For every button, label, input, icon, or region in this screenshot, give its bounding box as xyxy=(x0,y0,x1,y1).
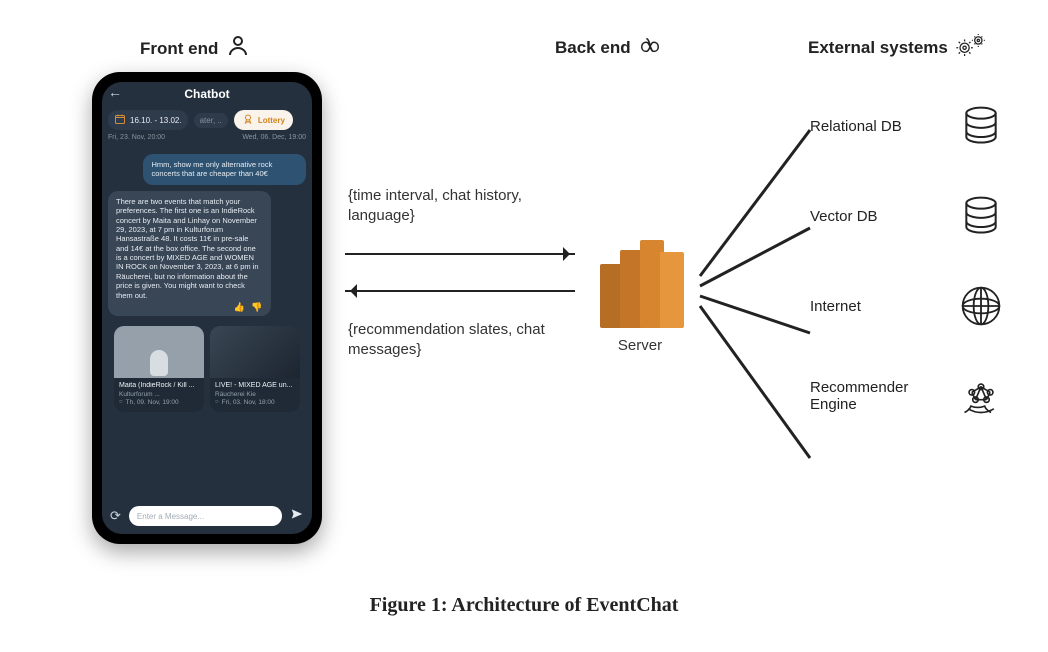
external-label: Vector DB xyxy=(810,208,937,225)
event-card-title: LIVE! - MIXED AGE un... xyxy=(215,382,295,391)
event-card[interactable]: Maita (IndieRock / Kill ... Kulturforum … xyxy=(114,326,204,412)
header-backend: Back end xyxy=(555,34,661,61)
server-block: Server xyxy=(595,240,685,328)
date-range-chip[interactable]: 16.10. - 13.02. xyxy=(108,110,188,130)
header-external-text: External systems xyxy=(808,38,948,58)
bot-message-bubble: There are two events that match your pre… xyxy=(108,191,271,316)
event-card-image xyxy=(114,326,204,378)
person-icon xyxy=(226,34,250,63)
request-arrow xyxy=(345,253,575,255)
refresh-icon[interactable]: ⟳ xyxy=(110,508,121,524)
truncated-chip-text: ater, .. xyxy=(200,116,222,125)
event-card[interactable]: LIVE! - MIXED AGE un... Räucherei Kie Fr… xyxy=(210,326,300,412)
event-card-venue: Kulturforum ... xyxy=(119,391,199,399)
event-card-caption: LIVE! - MIXED AGE un... Räucherei Kie Fr… xyxy=(210,378,300,412)
external-item-internet: Internet xyxy=(810,282,1005,330)
figure-caption: Figure 1: Architecture of EventChat xyxy=(0,594,1048,617)
external-item-relational-db: Relational DB xyxy=(810,102,1005,150)
header-frontend-text: Front end xyxy=(140,39,218,59)
event-card-image xyxy=(210,326,300,378)
event-card-venue: Räucherei Kie xyxy=(215,391,295,399)
mini-meta-row: Fri, 23. Nov, 20:00 Wed, 06. Dec, 19:00 xyxy=(102,134,312,144)
server-icon xyxy=(600,240,680,328)
fanout-lines xyxy=(690,118,820,498)
bot-message-text: There are two events that match your pre… xyxy=(116,197,259,300)
event-card-time: Fri, 03. Nov, 18:00 xyxy=(215,399,295,407)
mini-meta-right: Wed, 06. Dec, 19:00 xyxy=(242,134,306,141)
header-external: External systems xyxy=(808,34,986,61)
chat-scroll-area[interactable]: Hmm, show me only alternative rock conce… xyxy=(102,144,312,500)
chat-input-row: ⟳ Enter a Message... xyxy=(102,500,312,534)
back-icon[interactable]: ← xyxy=(108,84,122,100)
database-icon xyxy=(957,102,1005,150)
external-item-vector-db: Vector DB xyxy=(810,192,1005,240)
phone-screen: ← Chatbot 16.10. - 13.02. ater, .. xyxy=(102,82,312,534)
chat-title: Chatbot xyxy=(184,87,229,101)
send-icon[interactable] xyxy=(290,507,304,526)
message-input-placeholder: Enter a Message... xyxy=(137,512,204,521)
filter-chips-row: 16.10. - 13.02. ater, .. Lottery xyxy=(102,106,312,134)
external-systems-column: Relational DB Vector DB xyxy=(810,102,1005,420)
external-label: Relational DB xyxy=(810,118,937,135)
event-card-time: Th, 09. Nov, 19:00 xyxy=(119,399,199,407)
user-message-text: Hmm, show me only alternative rock conce… xyxy=(151,160,272,178)
request-payload-label: {time interval, chat history, language} xyxy=(348,186,568,225)
response-arrow xyxy=(345,290,575,292)
phone-mockup: ← Chatbot 16.10. - 13.02. ater, .. xyxy=(92,72,322,544)
lottery-chip[interactable]: Lottery xyxy=(234,110,293,130)
user-message-bubble: Hmm, show me only alternative rock conce… xyxy=(143,154,306,185)
external-item-recommender: Recommender Engine xyxy=(810,372,1005,420)
chat-topbar: ← Chatbot xyxy=(102,82,312,106)
header-backend-text: Back end xyxy=(555,38,631,58)
recommendation-cards: Maita (IndieRock / Kill ... Kulturforum … xyxy=(108,322,306,414)
external-label: Recommender Engine xyxy=(810,379,937,413)
gears-icon xyxy=(956,34,986,61)
calendar-icon xyxy=(114,113,126,127)
server-label: Server xyxy=(595,337,685,354)
globe-icon xyxy=(957,282,1005,330)
mini-meta-left: Fri, 23. Nov, 20:00 xyxy=(108,134,165,141)
truncated-chip[interactable]: ater, .. xyxy=(194,113,228,128)
architecture-figure: Front end Back end External systems xyxy=(0,0,1048,652)
event-card-title: Maita (IndieRock / Kill ... xyxy=(119,382,199,391)
event-card-caption: Maita (IndieRock / Kill ... Kulturforum … xyxy=(114,378,204,412)
reaction-icons[interactable]: 👍 👎 xyxy=(234,302,265,313)
header-frontend: Front end xyxy=(140,34,250,63)
ribbon-icon xyxy=(242,113,254,127)
lottery-chip-text: Lottery xyxy=(258,116,285,125)
recommender-icon xyxy=(957,372,1005,420)
date-range-text: 16.10. - 13.02. xyxy=(130,116,182,125)
database-icon xyxy=(957,192,1005,240)
external-label: Internet xyxy=(810,298,937,315)
response-payload-label: {recommendation slates, chat messages} xyxy=(348,320,578,359)
knot-icon xyxy=(639,34,661,61)
message-input[interactable]: Enter a Message... xyxy=(129,506,282,526)
